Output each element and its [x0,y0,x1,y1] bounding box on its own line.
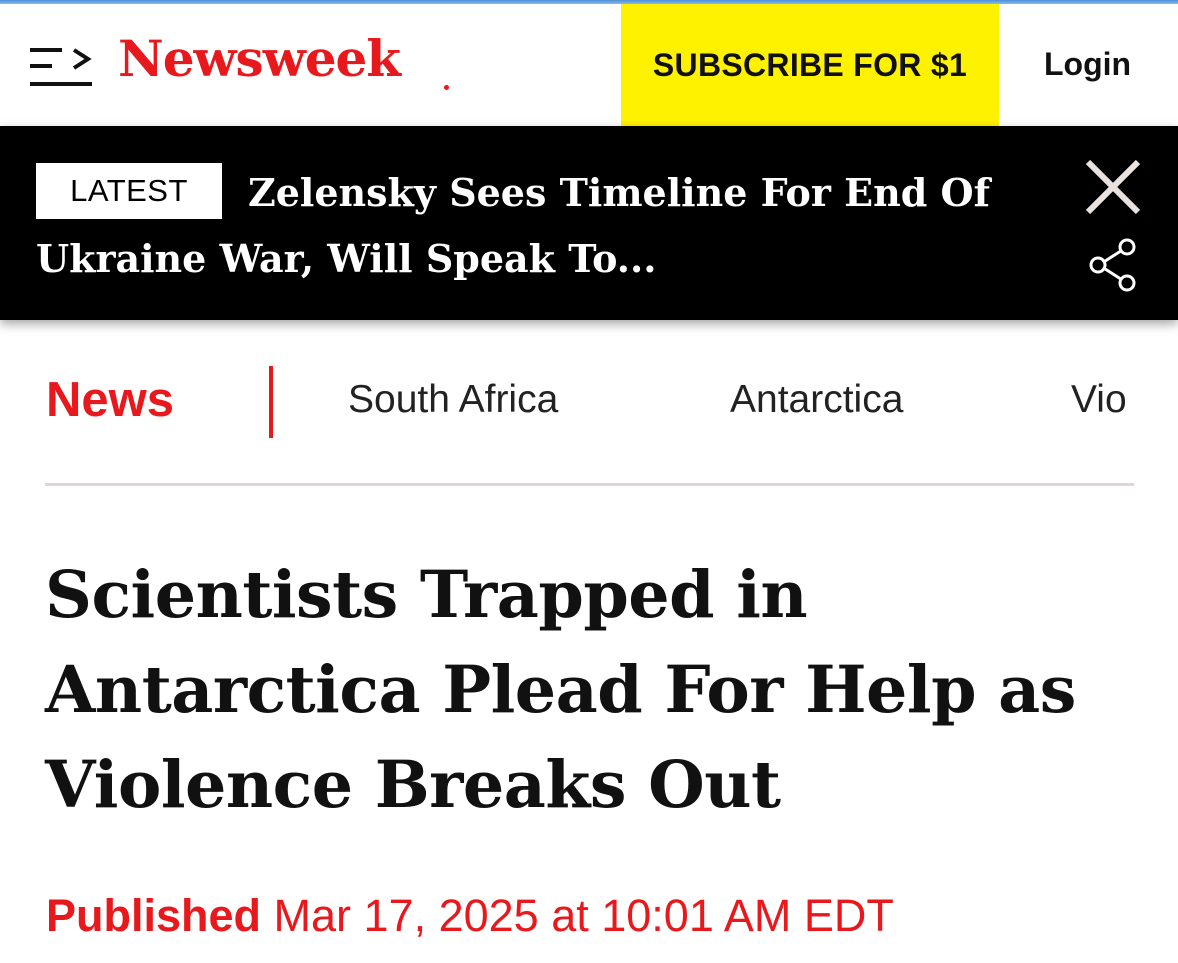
close-banner-button[interactable] [1084,158,1142,216]
latest-news-banner: Zelensky Sees Timeline For End Of Ukrain… [0,126,1178,320]
subscribe-button[interactable]: SUBSCRIBE FOR $1 [621,4,999,126]
nav-divider-rule [45,483,1134,486]
share-icon [1089,238,1136,292]
latest-badge: LATEST [36,163,222,219]
logo-dot [444,85,449,90]
nav-item-vio[interactable]: Vio [1071,378,1127,422]
section-nav: News South Africa Antarctica Vio [0,320,1178,490]
nav-item-antarctica[interactable]: Antarctica [730,378,903,422]
login-link[interactable]: Login [1044,46,1131,83]
published-label: Published [46,890,262,941]
menu-icon [30,48,92,86]
published-date: Mar 17, 2025 at 10:01 AM EDT [273,890,894,941]
menu-button[interactable] [28,42,94,92]
published-info: Published Mar 17, 2025 at 10:01 AM EDT [46,890,894,942]
nav-item-south-africa[interactable]: South Africa [348,378,558,422]
share-button[interactable] [1087,236,1139,294]
nav-divider [269,366,273,438]
newsweek-logo[interactable]: Newsweek [118,34,401,84]
article-headline: Scientists Trapped in Antarctica Plead F… [45,557,1076,823]
nav-section-news[interactable]: News [46,372,174,428]
site-header: Newsweek [0,4,1178,126]
close-icon [1085,159,1141,215]
